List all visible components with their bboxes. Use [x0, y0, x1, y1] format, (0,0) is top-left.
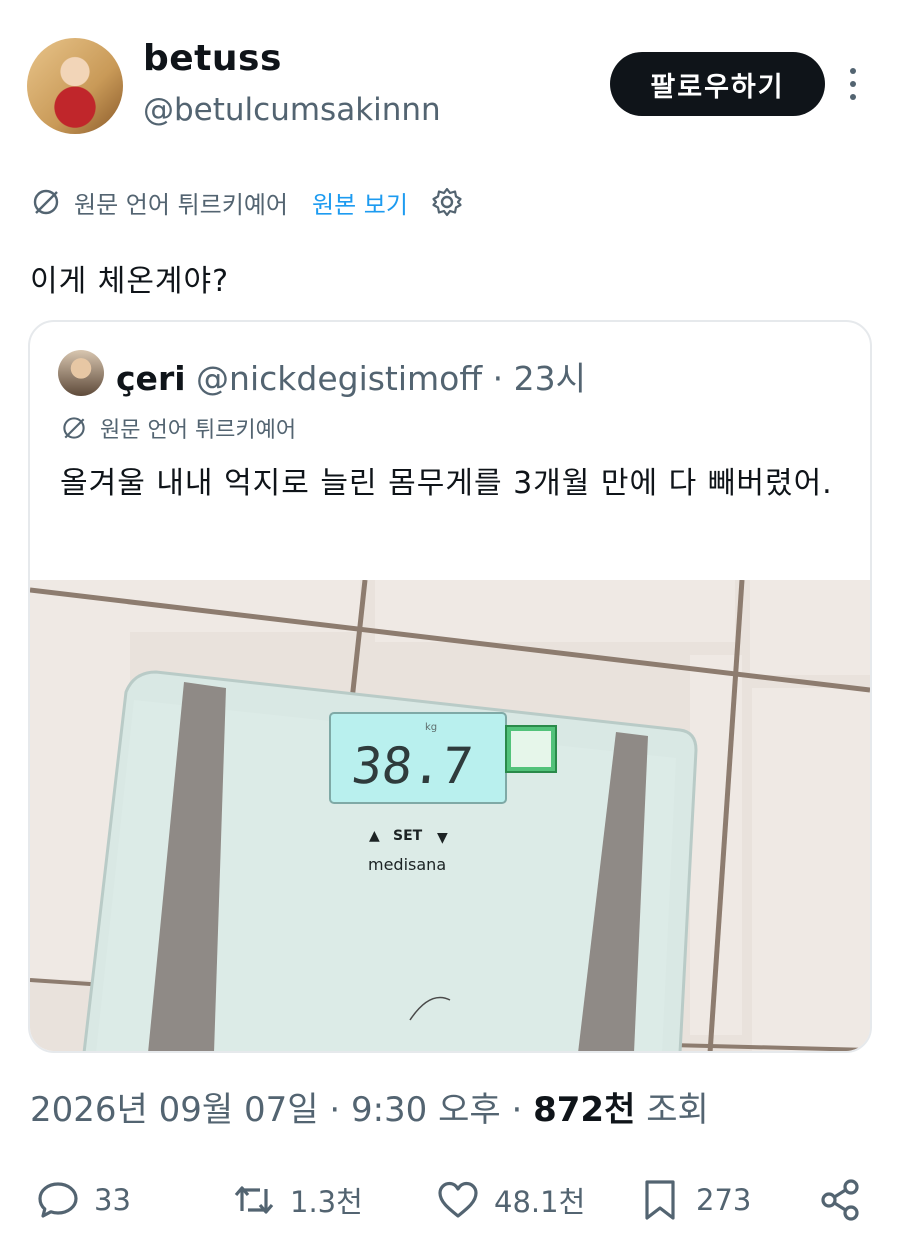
views-label: 조회	[646, 1090, 709, 1130]
repost-button[interactable]: 1.3천	[232, 1170, 363, 1230]
quoted-translation-language-note: 원문 언어 튀르키예어	[100, 418, 297, 443]
share-button[interactable]	[818, 1170, 876, 1230]
quoted-author-handle: @nickdegistimoff	[196, 359, 483, 398]
tweet-header: betuss @betulcumsakinnn 팔로우하기	[0, 0, 900, 140]
scale-reading: 38.7	[349, 736, 476, 795]
svg-text:▼: ▼	[437, 830, 448, 846]
quoted-translation-bar: 원문 언어 튀르키예어	[60, 410, 296, 446]
translate-globe-icon	[63, 417, 85, 439]
tweet-date[interactable]: 2026년 09월 07일	[30, 1090, 319, 1130]
tweet-time[interactable]: 9:30 오후	[351, 1090, 501, 1130]
reply-count: 33	[94, 1183, 131, 1217]
translation-language-note: 원문 언어 튀르키예어	[74, 190, 288, 219]
scale-brand: medisana	[368, 855, 446, 874]
quoted-separator: ·	[492, 359, 504, 398]
meta-separator: ·	[329, 1090, 341, 1130]
repost-icon	[234, 1186, 274, 1214]
quoted-tweet-header: çeri @nickdegistimoff · 23시	[116, 352, 586, 400]
follow-button[interactable]: 팔로우하기	[610, 52, 825, 116]
tweet-actions: 33 1.3천 48.1천 273	[0, 1170, 900, 1230]
author-display-name[interactable]: betuss	[143, 38, 282, 79]
view-original-link[interactable]: 원본 보기	[312, 185, 408, 220]
like-button[interactable]: 48.1천	[436, 1170, 585, 1230]
tweet-meta: 2026년 09월 07일 · 9:30 오후 · 872천 조회	[30, 1082, 709, 1131]
svg-text:▲: ▲	[369, 828, 380, 844]
views-count: 872천	[533, 1090, 636, 1130]
bookmark-button[interactable]: 273	[638, 1170, 751, 1230]
translation-bar: 원문 언어 튀르키예어 원본 보기	[30, 182, 464, 222]
quoted-tweet-time: 23시	[513, 359, 586, 398]
scale-set-label: SET	[393, 828, 423, 844]
reply-button[interactable]: 33	[36, 1170, 131, 1230]
meta-separator: ·	[511, 1090, 523, 1130]
bookmark-count: 273	[696, 1183, 752, 1217]
gear-icon[interactable]	[430, 185, 464, 219]
quoted-tweet-card[interactable]: çeri @nickdegistimoff · 23시 원문 언어 튀르키예어 …	[28, 320, 872, 1053]
heart-icon	[438, 1181, 478, 1218]
reply-icon	[38, 1182, 78, 1218]
scale-unit-label: kg	[425, 722, 437, 733]
quoted-author-avatar	[58, 350, 104, 396]
author-avatar[interactable]	[27, 38, 123, 134]
repost-count: 1.3천	[290, 1185, 363, 1219]
translate-globe-icon	[33, 189, 59, 215]
quoted-author-name: çeri	[116, 359, 186, 398]
bookmark-icon	[645, 1180, 675, 1220]
bathroom-scale-photo: kg 38.7 ▲ SET ▼ medisana	[30, 580, 870, 1051]
share-icon	[821, 1179, 859, 1221]
more-options-icon[interactable]	[842, 62, 864, 106]
author-handle[interactable]: @betulcumsakinnn	[143, 92, 441, 128]
quoted-tweet-photo[interactable]: kg 38.7 ▲ SET ▼ medisana	[30, 580, 870, 1051]
quoted-tweet-text: 올겨울 내내 억지로 늘린 몸무게를 3개월 만에 다 빼버렸어.	[60, 466, 833, 501]
tweet-text: 이게 체온계야?	[30, 264, 230, 299]
like-count: 48.1천	[494, 1185, 586, 1219]
